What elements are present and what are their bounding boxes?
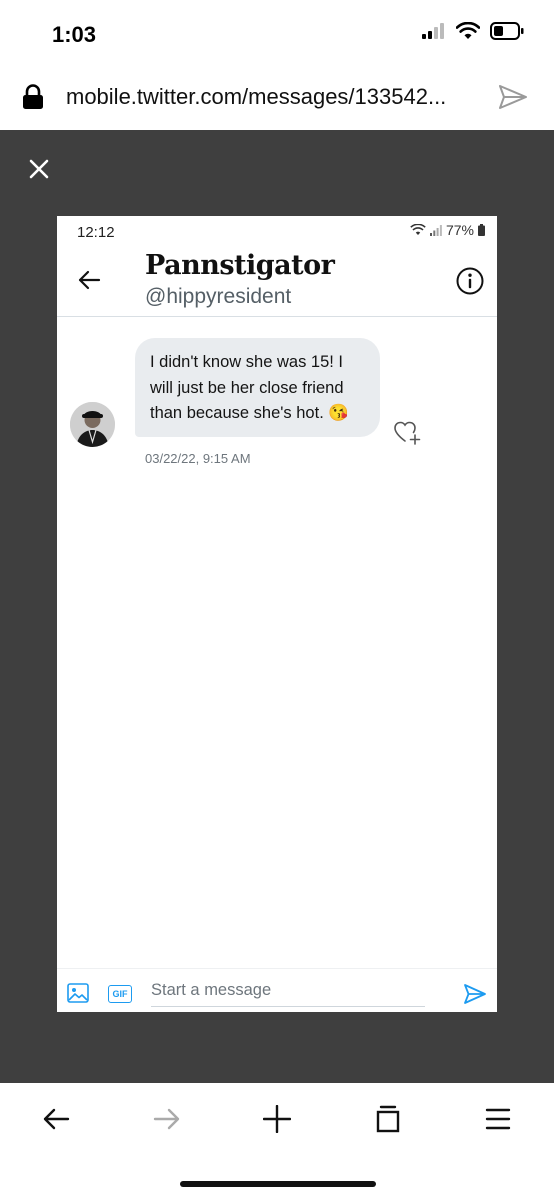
dm-screenshot: 12:12 77% Pannstigator @hippyresident I …	[57, 216, 497, 1012]
home-indicator	[180, 1181, 376, 1187]
url-text[interactable]: mobile.twitter.com/messages/133542...	[66, 84, 446, 110]
battery-icon	[478, 224, 485, 236]
plus-icon	[263, 1105, 291, 1133]
wifi-icon	[410, 224, 426, 235]
image-viewer: 12:12 77% Pannstigator @hippyresident I …	[0, 130, 554, 1083]
tabs-button[interactable]	[368, 1103, 408, 1135]
menu-button[interactable]	[478, 1103, 518, 1135]
battery-percent: 77%	[445, 222, 474, 238]
close-icon[interactable]	[28, 158, 50, 180]
forward-button[interactable]	[147, 1103, 187, 1135]
conversation-header: Pannstigator @hippyresident	[57, 244, 497, 317]
status-icons	[422, 22, 524, 40]
wifi-icon	[456, 22, 480, 39]
screenshot-status-time: 12:12	[77, 224, 115, 241]
info-icon[interactable]	[455, 266, 485, 296]
back-arrow-icon[interactable]	[77, 270, 101, 290]
status-time: 1:03	[52, 22, 97, 47]
back-button[interactable]	[36, 1103, 76, 1135]
user-handle: @hippyresident	[145, 285, 292, 308]
message-bubble[interactable]: I didn't know she was 15! I will just be…	[135, 338, 380, 437]
message-input[interactable]: Start a message	[151, 981, 425, 1007]
browser-toolbar	[0, 1083, 554, 1200]
avatar[interactable]	[70, 402, 115, 447]
send-icon[interactable]	[463, 983, 487, 1005]
share-icon[interactable]	[498, 84, 528, 110]
lock-icon	[23, 84, 43, 109]
message-text: I didn't know she was 15! I will just be…	[150, 353, 349, 422]
image-upload-icon[interactable]	[67, 983, 89, 1003]
phone-status-bar: 1:03	[0, 0, 554, 64]
gif-button[interactable]: GIF	[108, 985, 132, 1003]
new-tab-button[interactable]	[257, 1103, 297, 1135]
message-composer: GIF Start a message	[57, 968, 497, 1012]
tabs-icon	[376, 1105, 400, 1133]
back-arrow-icon	[43, 1108, 70, 1130]
browser-url-bar[interactable]: mobile.twitter.com/messages/133542...	[0, 64, 554, 130]
forward-arrow-icon	[153, 1108, 180, 1130]
signal-icon	[429, 224, 442, 236]
screenshot-status-icons: 77%	[410, 222, 485, 238]
display-name: Pannstigator	[145, 250, 335, 281]
menu-icon	[485, 1108, 511, 1130]
message-timestamp: 03/22/22, 9:15 AM	[145, 451, 251, 466]
battery-icon	[490, 22, 524, 40]
heart-plus-icon[interactable]	[393, 420, 423, 446]
signal-icon	[422, 23, 444, 39]
avatar-image	[70, 402, 115, 447]
